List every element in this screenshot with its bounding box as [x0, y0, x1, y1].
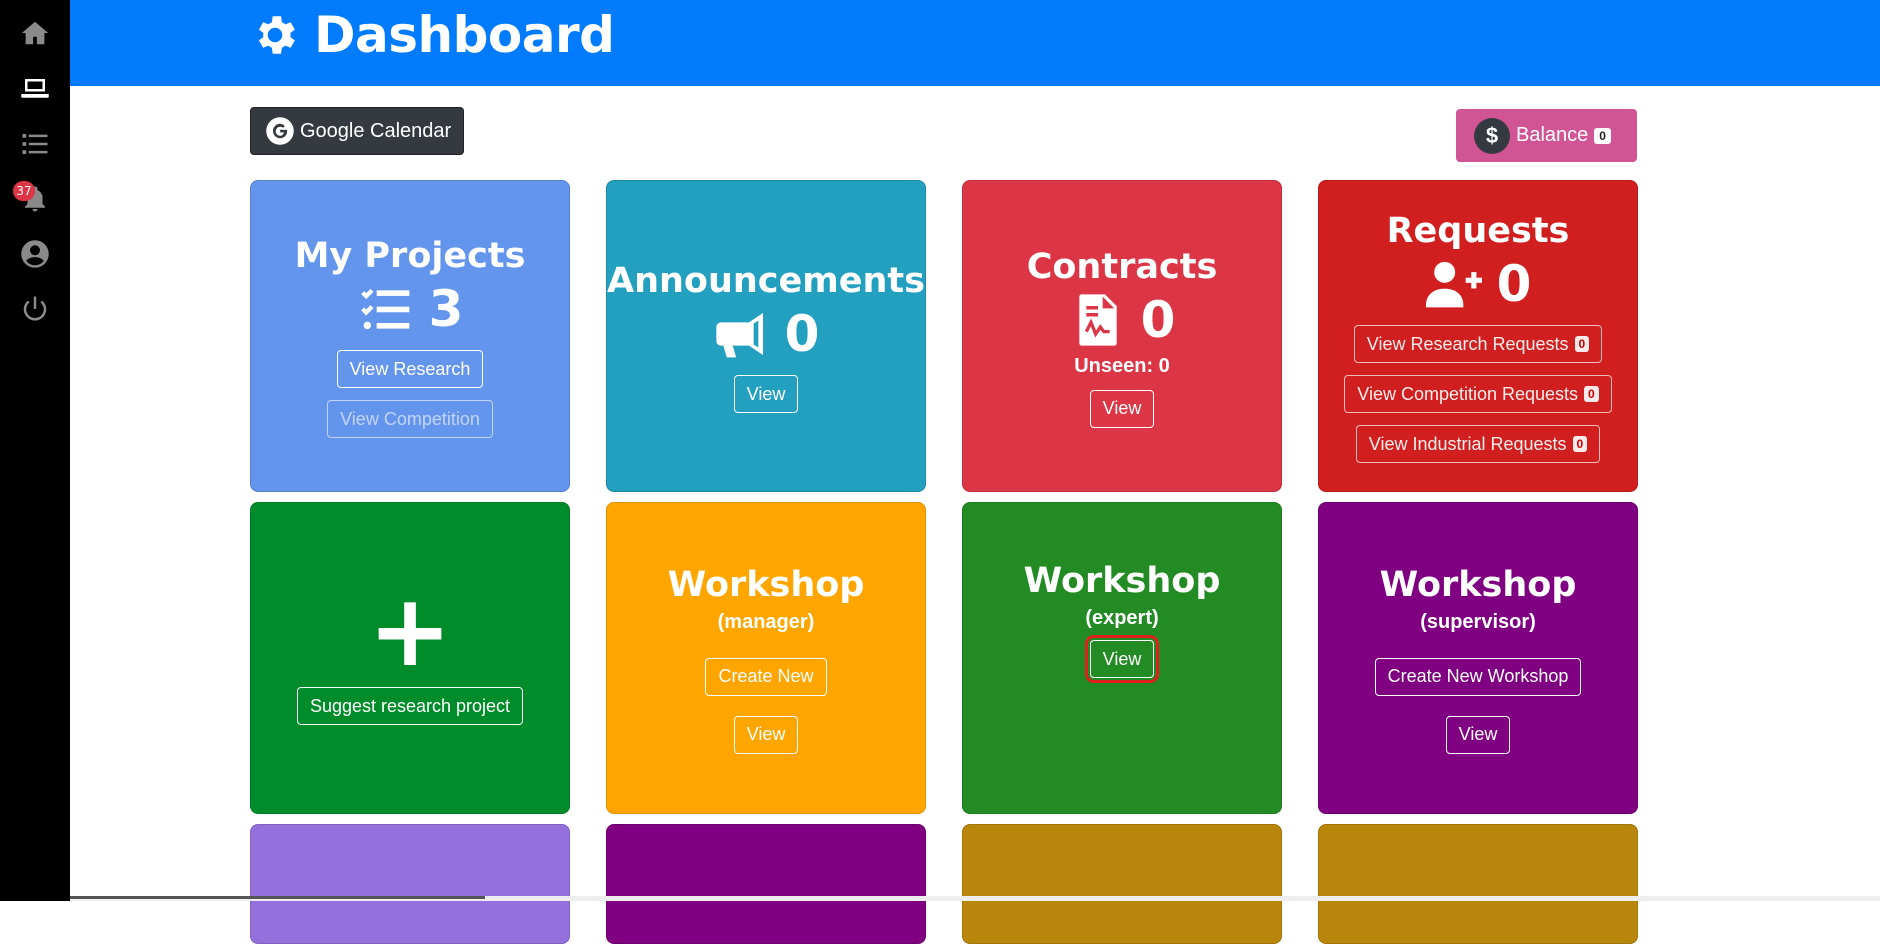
card-contracts: Contracts 0 Unseen: 0 View	[962, 180, 1282, 492]
card-title: Contracts	[1026, 246, 1218, 287]
button-label: View Competition Requests	[1357, 383, 1579, 404]
user-plus-icon	[1425, 261, 1482, 308]
sidebar-item-profile[interactable]	[0, 232, 70, 276]
notification-badge: 37	[13, 181, 35, 201]
sidebar-item-list[interactable]	[0, 122, 70, 166]
card-workshop-supervisor: Workshop (supervisor) Create New Worksho…	[1318, 502, 1638, 814]
list-icon	[22, 134, 48, 154]
user-circle-icon	[21, 240, 49, 268]
card-title: My Projects	[294, 236, 526, 276]
page-title-text: Dashboard	[314, 6, 615, 64]
view-research-button[interactable]: View Research	[336, 350, 484, 388]
card-title: Announcements	[607, 261, 925, 301]
card-title: Workshop	[1023, 561, 1221, 601]
card-subtitle: (supervisor)	[1420, 610, 1536, 633]
sidebar-item-dashboard[interactable]	[0, 67, 70, 111]
contract-count: 0	[1140, 290, 1176, 349]
project-count: 3	[428, 280, 464, 338]
tasks-list-icon	[360, 288, 409, 330]
view-competition-button[interactable]: View Competition	[327, 400, 493, 438]
workshop-manager-create-button[interactable]: Create New	[705, 657, 827, 696]
dollar-icon: $	[1474, 117, 1510, 154]
sidebar: 37	[0, 0, 70, 901]
count-badge: 0	[1572, 436, 1588, 452]
google-calendar-label: Google Calendar	[300, 119, 452, 142]
google-calendar-button[interactable]: Google Calendar	[250, 107, 464, 155]
count-badge: 0	[1584, 386, 1599, 402]
workshop-supervisor-create-button[interactable]: Create New Workshop	[1374, 657, 1582, 696]
page-title: Dashboard	[250, 6, 615, 64]
workshop-supervisor-view-button[interactable]: View	[1445, 715, 1511, 754]
card-row3-1	[250, 824, 570, 944]
sidebar-item-home[interactable]	[0, 11, 70, 55]
view-industrial-requests-button[interactable]: View Industrial Requests 0	[1355, 425, 1601, 463]
card-title: Workshop	[667, 564, 865, 605]
announcements-view-button[interactable]: View	[733, 375, 799, 413]
file-contract-icon	[1078, 293, 1117, 346]
card-title: Requests	[1386, 211, 1570, 251]
card-my-projects: My Projects 3 View Research View Competi…	[250, 180, 570, 492]
gear-icon	[258, 16, 295, 54]
request-count: 0	[1496, 255, 1532, 313]
count-badge: 0	[1574, 336, 1590, 352]
card-row3-3	[962, 824, 1282, 944]
sidebar-item-notifications[interactable]: 37	[0, 177, 70, 221]
workshop-manager-view-button[interactable]: View	[733, 715, 799, 754]
card-title: Workshop	[1379, 564, 1577, 605]
card-announcements: Announcements 0 View	[606, 180, 926, 492]
home-icon	[21, 21, 49, 45]
card-suggest-project: + Suggest research project	[250, 502, 570, 814]
scrollbar-thumb[interactable]	[70, 896, 485, 899]
power-icon	[23, 296, 47, 321]
button-label: View Research Requests	[1366, 333, 1569, 354]
laptop-icon	[21, 79, 49, 98]
view-research-requests-button[interactable]: View Research Requests 0	[1353, 325, 1603, 363]
card-row3-2	[606, 824, 926, 944]
suggest-research-project-button[interactable]: Suggest research project	[296, 687, 524, 725]
sidebar-item-logout[interactable]	[0, 287, 70, 331]
plus-icon: +	[368, 572, 452, 689]
view-competition-requests-button[interactable]: View Competition Requests 0	[1344, 375, 1612, 413]
button-label: View Industrial Requests	[1368, 433, 1567, 454]
announcement-stat: 0	[713, 305, 820, 363]
card-subtitle: (manager)	[717, 610, 815, 633]
megaphone-icon	[715, 313, 763, 358]
workshop-expert-view-button[interactable]: View	[1084, 635, 1160, 683]
google-icon	[266, 117, 294, 145]
header-bar: Dashboard	[70, 0, 1880, 86]
horizontal-scrollbar[interactable]	[70, 896, 1880, 901]
balance-label: Balance	[1516, 124, 1589, 146]
card-row3-4	[1318, 824, 1638, 944]
project-stat: 3	[357, 280, 464, 338]
card-workshop-expert: Workshop (expert) View	[962, 502, 1282, 814]
balance-button[interactable]: $ Balance 0	[1456, 109, 1637, 162]
contract-stat: 0	[1069, 290, 1176, 349]
card-workshop-manager: Workshop (manager) Create New View	[606, 502, 926, 814]
announcement-count: 0	[784, 305, 820, 363]
contracts-view-button[interactable]: View	[1089, 389, 1155, 428]
card-subtitle: (expert)	[1085, 607, 1159, 629]
unseen-count: Unseen: 0	[1074, 354, 1170, 377]
request-stat: 0	[1425, 255, 1532, 313]
card-requests: Requests 0 View Research Requests 0 View…	[1318, 180, 1638, 492]
balance-count-badge: 0	[1594, 127, 1611, 144]
